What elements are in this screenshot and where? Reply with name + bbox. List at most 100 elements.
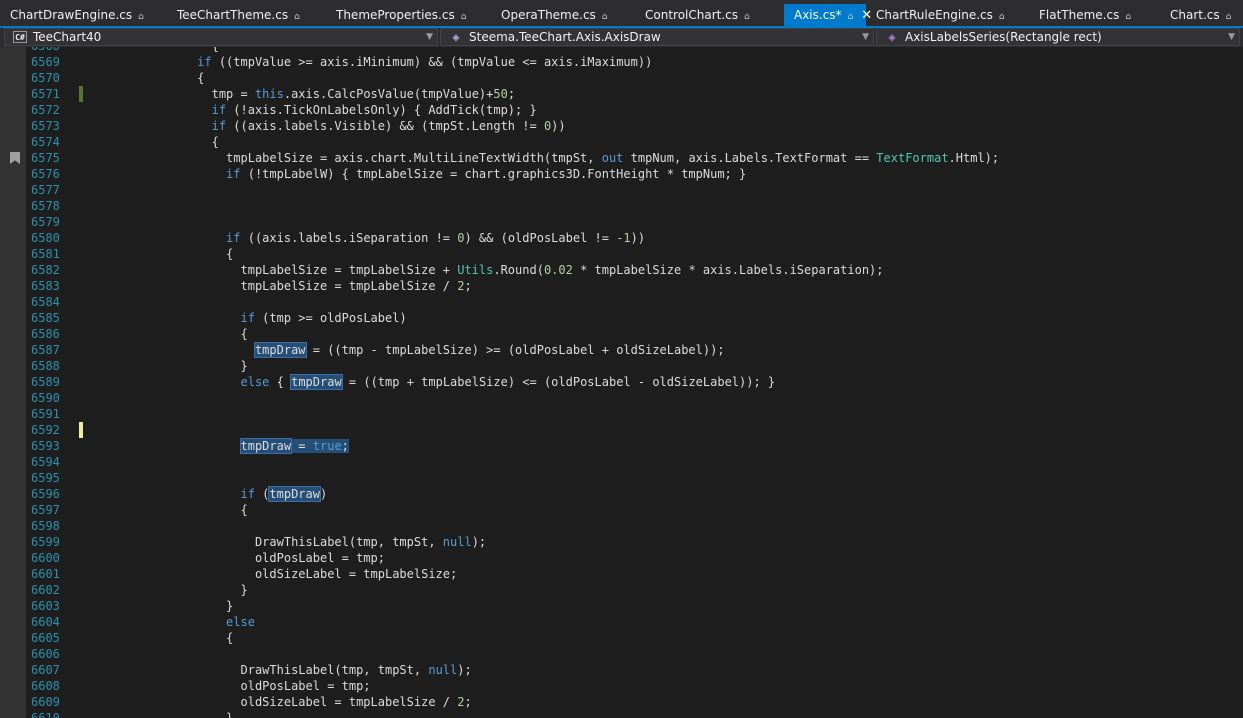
code-line[interactable]: 6602 } <box>26 582 1243 598</box>
code-text[interactable]: { <box>96 630 233 646</box>
code-line[interactable]: 6574 { <box>26 134 1243 150</box>
member-dropdown[interactable]: ◈ AxisLabelsSeries(Rectangle rect) ▼ <box>876 28 1240 46</box>
code-text[interactable]: if ((tmpValue >= axis.iMinimum) && (tmpV… <box>96 54 652 70</box>
code-text[interactable]: } <box>96 710 233 718</box>
code-line[interactable]: 6577 <box>26 182 1243 198</box>
code-line[interactable]: 6592 <box>26 422 1243 438</box>
code-line[interactable]: 6589 else { tmpDraw = ((tmp + tmpLabelSi… <box>26 374 1243 390</box>
code-text[interactable]: { <box>96 70 204 86</box>
pin-icon[interactable]: ⌂ <box>138 6 144 26</box>
code-line[interactable]: 6593 tmpDraw = true; <box>26 438 1243 454</box>
code-line[interactable]: 6573 if ((axis.labels.Visible) && (tmpSt… <box>26 118 1243 134</box>
code-text[interactable]: } <box>96 582 247 598</box>
code-text[interactable]: } <box>96 598 233 614</box>
code-line[interactable]: 6590 <box>26 390 1243 406</box>
code-line[interactable]: 6583 tmpLabelSize = tmpLabelSize / 2; <box>26 278 1243 294</box>
code-text[interactable]: { <box>96 502 247 518</box>
code-line[interactable]: 6601 oldSizeLabel = tmpLabelSize; <box>26 566 1243 582</box>
code-text[interactable]: if (tmp >= oldPosLabel) <box>96 310 407 326</box>
tab-controlchart-cs[interactable]: ControlChart.cs ⌂ <box>635 4 784 26</box>
tab-chartruleengine-cs[interactable]: ChartRuleEngine.cs ⌂ <box>866 4 1029 26</box>
code-line[interactable]: 6569 if ((tmpValue >= axis.iMinimum) && … <box>26 54 1243 70</box>
code-text[interactable]: if (!axis.TickOnLabelsOnly) { AddTick(tm… <box>96 102 537 118</box>
code-line[interactable]: 6594 <box>26 454 1243 470</box>
code-line[interactable]: 6599 DrawThisLabel(tmp, tmpSt, null); <box>26 534 1243 550</box>
code-line[interactable]: 6607 DrawThisLabel(tmp, tmpSt, null); <box>26 662 1243 678</box>
code-text[interactable]: tmpLabelSize = tmpLabelSize / 2; <box>96 278 471 294</box>
code-text[interactable]: { <box>96 134 219 150</box>
code-text[interactable]: if ((axis.labels.iSeparation != 0) && (o… <box>96 230 645 246</box>
code-text[interactable]: tmpDraw = true; <box>96 438 349 454</box>
code-text[interactable]: oldSizeLabel = tmpLabelSize / 2; <box>96 694 471 710</box>
code-line[interactable]: 6585 if (tmp >= oldPosLabel) <box>26 310 1243 326</box>
code-text[interactable]: tmpLabelSize = axis.chart.MultiLineTextW… <box>96 150 999 166</box>
code-line[interactable]: 6588 } <box>26 358 1243 374</box>
code-line[interactable]: 6581 { <box>26 246 1243 262</box>
code-text[interactable]: else { tmpDraw = ((tmp + tmpLabelSize) <… <box>96 374 775 390</box>
code-line[interactable]: 6597 { <box>26 502 1243 518</box>
code-text[interactable]: else <box>96 614 255 630</box>
code-area[interactable]: 6568 {6569 if ((tmpValue >= axis.iMinimu… <box>26 47 1243 718</box>
type-dropdown[interactable]: ◈ Steema.TeeChart.Axis.AxisDraw ▼ <box>440 28 874 46</box>
code-line[interactable]: 6591 <box>26 406 1243 422</box>
code-line[interactable]: 6578 <box>26 198 1243 214</box>
code-line[interactable]: 6582 tmpLabelSize = tmpLabelSize + Utils… <box>26 262 1243 278</box>
code-line[interactable]: 6609 oldSizeLabel = tmpLabelSize / 2; <box>26 694 1243 710</box>
code-text[interactable]: oldPosLabel = tmp; <box>96 550 385 566</box>
tab-flattheme-cs[interactable]: FlatTheme.cs ⌂ <box>1029 4 1160 26</box>
code-line[interactable]: 6570 { <box>26 70 1243 86</box>
indicator-margin[interactable] <box>0 47 26 718</box>
tab-teecharttheme-cs[interactable]: TeeChartTheme.cs ⌂ <box>167 4 326 26</box>
code-text[interactable]: DrawThisLabel(tmp, tmpSt, null); <box>96 662 471 678</box>
code-line[interactable]: 6575 tmpLabelSize = axis.chart.MultiLine… <box>26 150 1243 166</box>
tab-axis-cs[interactable]: Axis.cs* ⌂ ✕ <box>784 4 872 26</box>
code-line[interactable]: 6596 if (tmpDraw) <box>26 486 1243 502</box>
project-dropdown[interactable]: C# TeeChart40 ▼ <box>4 28 438 46</box>
code-line[interactable]: 6606 <box>26 646 1243 662</box>
code-line[interactable]: 6595 <box>26 470 1243 486</box>
tab-chartdrawengine-cs[interactable]: ChartDrawEngine.cs ⌂ <box>0 4 167 26</box>
tab-operatheme-cs[interactable]: OperaTheme.cs ⌂ <box>491 4 635 26</box>
pin-icon[interactable]: ⌂ <box>1125 6 1131 26</box>
code-line[interactable]: 6579 <box>26 214 1243 230</box>
pin-icon[interactable]: ⌂ <box>848 6 854 26</box>
code-text[interactable]: if ((axis.labels.Visible) && (tmpSt.Leng… <box>96 118 566 134</box>
code-line[interactable]: 6571 tmp = this.axis.CalcPosValue(tmpVal… <box>26 86 1243 102</box>
code-line[interactable]: 6586 { <box>26 326 1243 342</box>
code-text[interactable]: { <box>96 326 247 342</box>
code-line[interactable]: 6572 if (!axis.TickOnLabelsOnly) { AddTi… <box>26 102 1243 118</box>
code-line[interactable]: 6603 } <box>26 598 1243 614</box>
pin-icon[interactable]: ⌂ <box>999 6 1005 26</box>
pin-icon[interactable]: ⌂ <box>294 6 300 26</box>
pin-icon[interactable]: ⌂ <box>1226 6 1232 26</box>
code-line[interactable]: 6600 oldPosLabel = tmp; <box>26 550 1243 566</box>
code-text[interactable]: tmpLabelSize = tmpLabelSize + Utils.Roun… <box>96 262 883 278</box>
tab-chart-cs[interactable]: Chart.cs ⌂ <box>1160 4 1243 26</box>
code-editor[interactable]: 6568 {6569 if ((tmpValue >= axis.iMinimu… <box>0 47 1243 718</box>
code-text[interactable]: tmpDraw = ((tmp - tmpLabelSize) >= (oldP… <box>96 342 725 358</box>
code-text[interactable]: { <box>96 47 219 54</box>
code-text[interactable]: tmp = this.axis.CalcPosValue(tmpValue)+5… <box>96 86 515 102</box>
code-line[interactable]: 6608 oldPosLabel = tmp; <box>26 678 1243 694</box>
code-line[interactable]: 6605 { <box>26 630 1243 646</box>
pin-icon[interactable]: ⌂ <box>744 6 750 26</box>
code-text[interactable]: DrawThisLabel(tmp, tmpSt, null); <box>96 534 486 550</box>
code-text[interactable]: oldPosLabel = tmp; <box>96 678 370 694</box>
code-line[interactable]: 6610 } <box>26 710 1243 718</box>
code-text[interactable]: if (!tmpLabelW) { tmpLabelSize = chart.g… <box>96 166 746 182</box>
bookmark-icon[interactable] <box>10 152 20 164</box>
code-text[interactable]: if (tmpDraw) <box>96 486 327 502</box>
tab-themeproperties-cs[interactable]: ThemeProperties.cs ⌂ <box>326 4 491 26</box>
pin-icon[interactable]: ⌂ <box>461 6 467 26</box>
pin-icon[interactable]: ⌂ <box>602 6 608 26</box>
code-line[interactable]: 6604 else <box>26 614 1243 630</box>
code-line[interactable]: 6580 if ((axis.labels.iSeparation != 0) … <box>26 230 1243 246</box>
code-line[interactable]: 6587 tmpDraw = ((tmp - tmpLabelSize) >= … <box>26 342 1243 358</box>
code-text[interactable]: oldSizeLabel = tmpLabelSize; <box>96 566 457 582</box>
code-line[interactable]: 6576 if (!tmpLabelW) { tmpLabelSize = ch… <box>26 166 1243 182</box>
code-text[interactable]: } <box>96 358 247 374</box>
code-text[interactable]: { <box>96 246 233 262</box>
code-line[interactable]: 6568 { <box>26 47 1243 54</box>
code-line[interactable]: 6598 <box>26 518 1243 534</box>
code-line[interactable]: 6584 <box>26 294 1243 310</box>
